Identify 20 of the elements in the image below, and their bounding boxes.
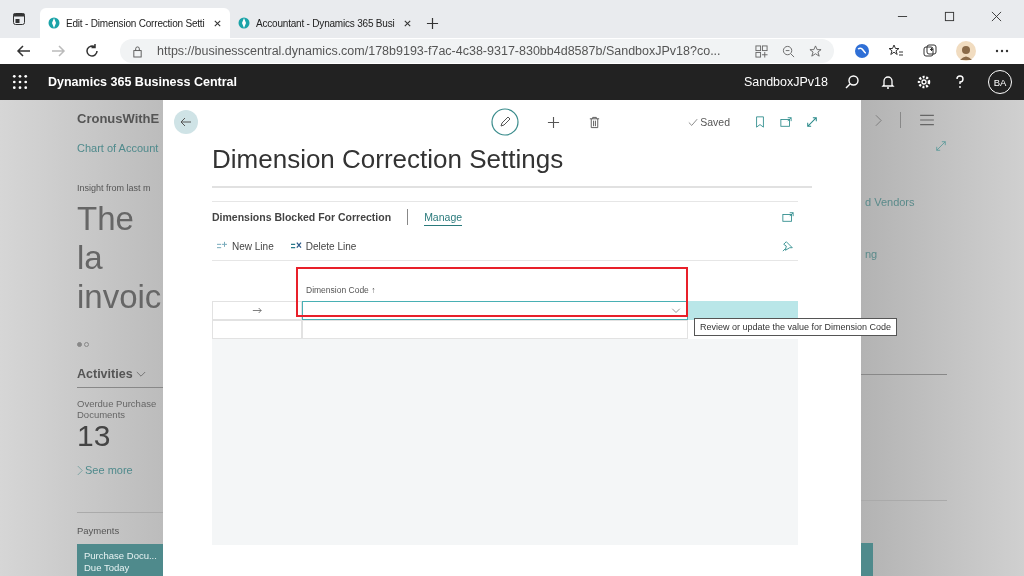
action-button[interactable]: New Line <box>212 240 278 252</box>
browser-tab[interactable]: Edit - Dimension Correction Setti <box>40 8 230 38</box>
tooltip: Review or update the value for Dimension Code <box>694 318 898 336</box>
activities-heading[interactable]: Activities <box>77 367 133 381</box>
environment-name: SandboxJPv18 <box>743 75 828 89</box>
insight-caption: Insight from last m <box>77 183 152 193</box>
saved-status: Saved <box>700 116 730 128</box>
company-name: CronusWithE <box>77 111 161 126</box>
page-title: Dimension Correction Settings <box>212 144 812 188</box>
column-header[interactable]: Dimension Code ↑ <box>302 285 376 301</box>
insight-headline: The la invoic <box>77 199 163 316</box>
browser-tab[interactable]: Accountant - Dynamics 365 Busi <box>230 8 420 38</box>
tile-label: Overdue Purchase Documents <box>77 398 158 420</box>
part-title: Dimensions Blocked For Correction <box>212 211 392 223</box>
address-bar[interactable]: https://businesscentral.dynamics.com/178b9193-f7ac-4c38-9317-830bb4d8587b/SandboxJPv18?co... <box>120 39 834 63</box>
payment-tile[interactable]: Purchase Docu... Due Today <box>77 544 163 576</box>
action-button[interactable]: Delete Line <box>285 240 361 252</box>
app-title: Dynamics 365 Business Central <box>48 75 237 89</box>
manage-tab[interactable]: Manage <box>424 208 463 226</box>
tile-value[interactable]: 13 <box>77 420 163 452</box>
